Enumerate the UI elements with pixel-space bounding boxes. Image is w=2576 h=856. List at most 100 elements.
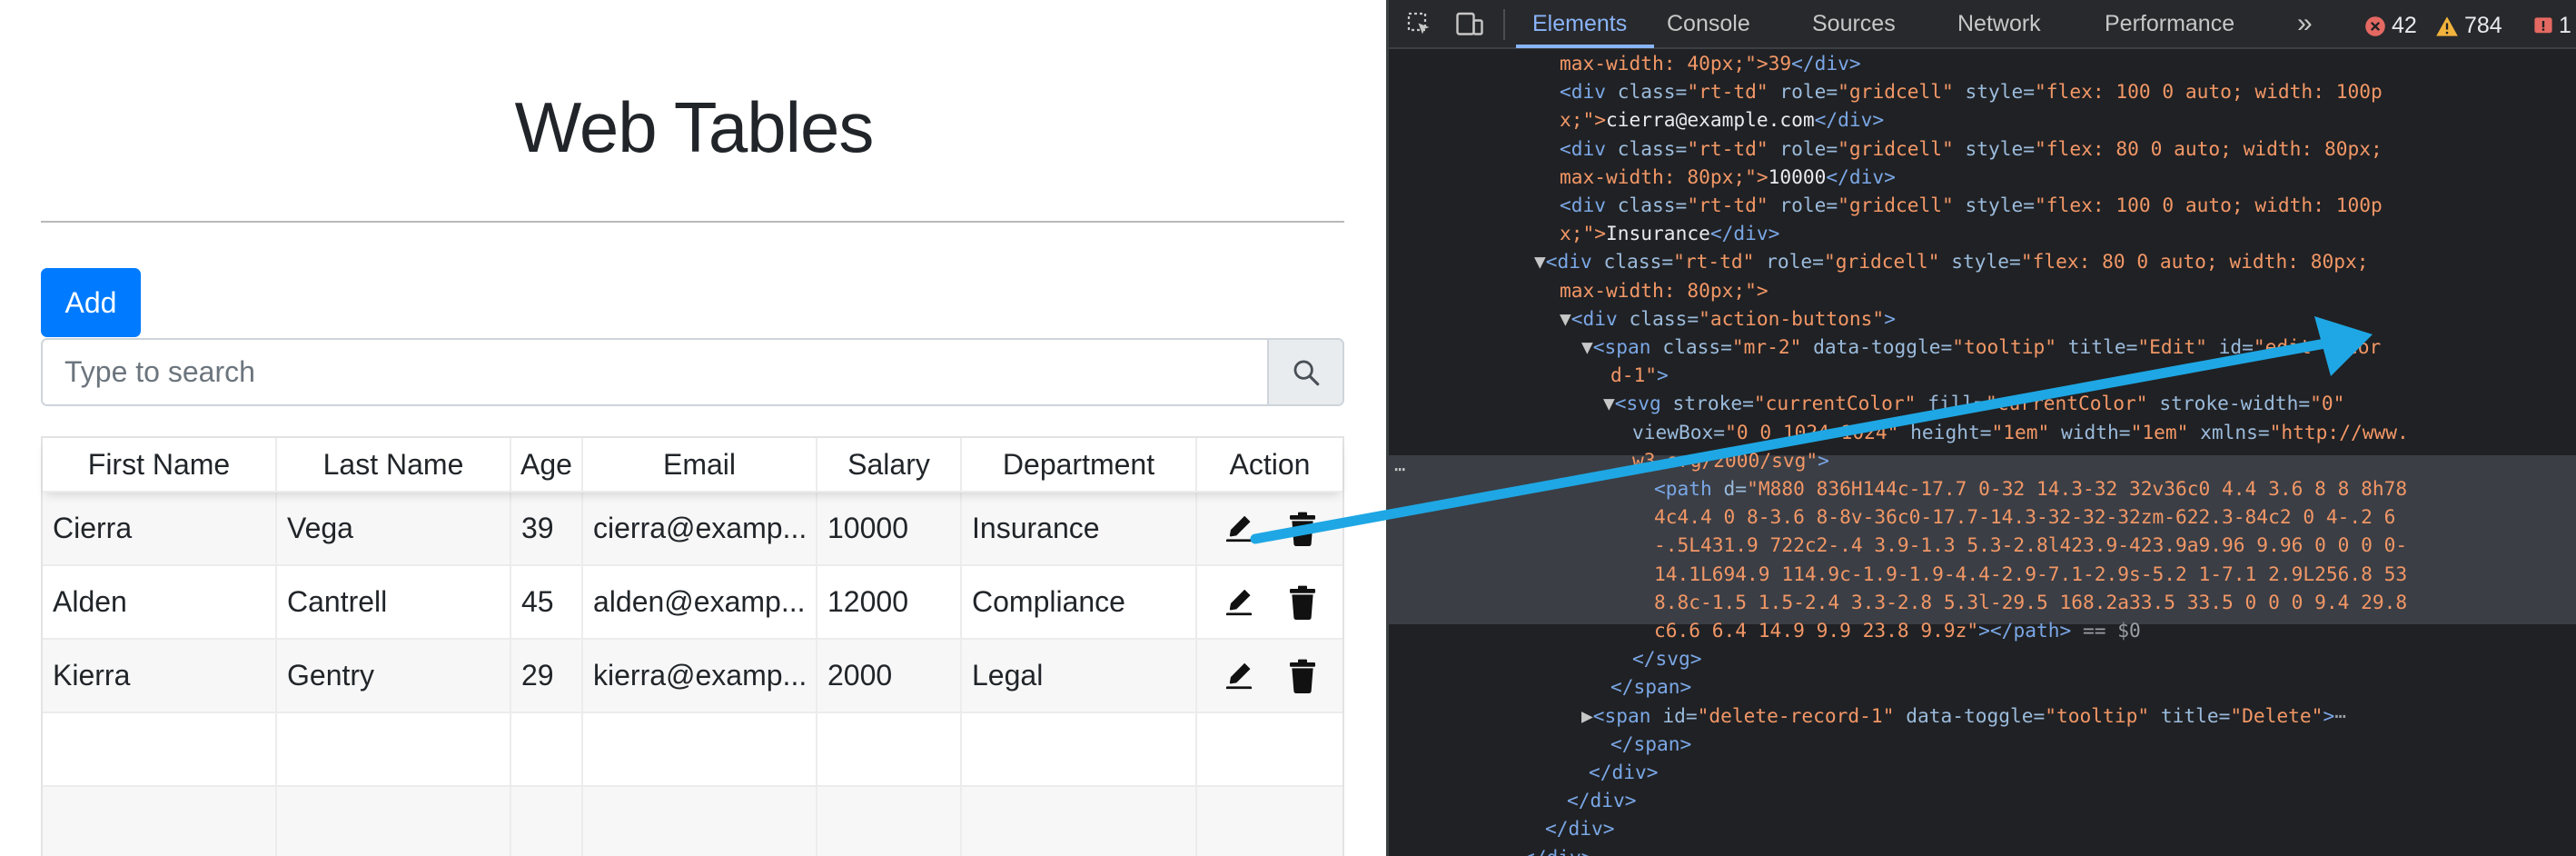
tab-network[interactable]: Network [1957,0,2041,47]
code-token: ▼ [1603,392,1615,415]
code-token: </div> [1826,164,1896,188]
code-token: 14.1L694.9 114.9c-1.9-1.9-4.4-2.9-7.1-2.… [1654,562,2408,585]
code-token: class= [1617,80,1688,104]
trash-icon[interactable] [1288,659,1317,693]
empty-cell [1197,713,1342,785]
code-line[interactable]: <path d="M880 836H144c-17.7 0-32 14.3-32… [1654,474,2407,503]
code-token: ▶ [1581,703,1593,727]
code-line[interactable]: </div> [1567,786,1637,814]
warning-counter[interactable]: 784 [2435,13,2502,39]
code-token: == $0 [2071,619,2141,642]
edit-icon[interactable] [1223,586,1255,619]
code-line[interactable]: <div class="rt-td" role="gridcell" style… [1560,77,2383,105]
column-header[interactable]: Salary [817,438,962,491]
code-token: "flex: 100 0 auto; width: 100p [2035,80,2383,104]
code-token: </div> [1791,52,1861,75]
column-header[interactable]: Email [583,438,817,491]
tab-performance[interactable]: Performance [2105,0,2234,47]
code-line[interactable]: </div> [1589,758,1659,786]
code-line[interactable]: viewBox="0 0 1024 1024" height="1em" wid… [1632,418,2409,446]
code-line[interactable]: max-width: 80px;"> [1560,276,1769,304]
code-token: "currentColor" [1985,392,2160,415]
code-line[interactable]: </div> [1523,843,1593,856]
code-token: ></path> [1978,619,2072,642]
cell-email: kierra@examp... [583,640,817,712]
code-line[interactable]: </svg> [1632,644,1702,672]
code-token: ▼ [1534,250,1546,274]
tab-sources[interactable]: Sources [1812,0,1896,47]
more-tabs-icon[interactable]: » [2297,0,2313,47]
search-input[interactable] [43,340,1267,404]
trash-icon[interactable] [1288,585,1317,620]
code-token: width= [2061,420,2131,443]
edit-icon[interactable] [1223,513,1255,545]
code-token: max-width: 80px;"> [1560,278,1769,302]
devtools-panel: Elements Console Sources Network Perform… [1386,0,2576,856]
code-line[interactable]: </span> [1610,672,1691,701]
code-line[interactable]: </span> [1610,730,1691,758]
cell-age: 39 [511,493,583,564]
trash-icon[interactable] [1288,512,1317,546]
code-token: > [2323,703,2335,727]
device-toolbar-icon[interactable] [1454,11,1485,43]
code-line[interactable]: max-width: 80px;">10000</div> [1560,163,1896,191]
node-menu-icon[interactable]: ⋯ [1394,455,1405,483]
tab-console[interactable]: Console [1667,0,1750,47]
inspect-element-icon[interactable] [1405,11,1434,43]
code-line[interactable]: c6.6 6.4 14.9 9.9 23.8 9.9z"></path> == … [1654,616,2141,644]
code-token: "flex: 100 0 auto; width: 100p [2035,194,2383,216]
code-token: </span> [1610,732,1692,755]
code-token: "0" [2310,392,2345,415]
code-line[interactable]: max-width: 40px;">39</div> [1560,49,1861,77]
active-tab-indicator [1516,45,1654,48]
elements-tree: ⋯ max-width: 40px;">39</div> <div class="… [1389,49,2576,856]
warning-count: 784 [2464,13,2502,38]
code-token: xmlns= [2200,420,2270,443]
code-line[interactable]: 14.1L694.9 114.9c-1.9-1.9-4.4-2.9-7.1-2.… [1654,560,2407,588]
add-button[interactable]: Add [41,268,141,337]
code-line[interactable]: x;">Insurance</div> [1560,219,1779,247]
error-icon [2365,15,2385,36]
code-line[interactable]: -.5L431.9 722c2-.4 3.9-1.3 5.3-2.8l423.9… [1654,531,2407,559]
code-line[interactable]: 8.8c-1.5 1.5-2.4 3.3-2.8 5.3l-29.5 168.2… [1654,588,2407,616]
code-token: "1em" [2130,420,2201,443]
column-header[interactable]: First Name [43,438,277,491]
code-line[interactable]: 4c4.4 0 8-3.6 8-8v-36c0-17.7-14.3-32-32-… [1654,503,2395,531]
empty-cell [511,713,583,785]
issue-count: 1 [2559,13,2571,38]
code-line[interactable]: w3.org/2000/svg"> [1632,446,1829,474]
code-token: "0 0 1024 1024" [1725,420,1911,443]
code-line[interactable]: ▼<div class="rt-td" role="gridcell" styl… [1534,247,2369,275]
search-button[interactable] [1267,340,1342,404]
code-token: class= [1662,335,1732,358]
issues-counter[interactable]: 1 [2533,13,2571,39]
warning-icon [2436,15,2458,36]
column-header[interactable]: Age [511,438,583,491]
code-line[interactable]: ▶<span id="delete-record-1" data-toggle=… [1581,702,2346,730]
code-line[interactable]: ▼<span class="mr-2" data-toggle="tooltip… [1581,333,2381,361]
code-line[interactable]: x;">cierra@example.com</div> [1560,105,1884,134]
code-token: <div [1545,250,1604,274]
edit-icon[interactable] [1223,660,1255,692]
column-header[interactable]: Last Name [277,438,511,491]
column-header[interactable]: Action [1197,438,1342,491]
code-line[interactable]: ▼<div class="action-buttons"> [1560,304,1896,333]
code-token: </div> [1567,789,1637,812]
code-token: <span [1592,703,1663,727]
code-token: </span> [1610,675,1692,699]
code-line[interactable]: <div class="rt-td" role="gridcell" style… [1560,134,2383,163]
code-line[interactable]: ▼<svg stroke="currentColor" fill="curren… [1603,389,2344,417]
code-line[interactable]: <div class="rt-td" role="gridcell" style… [1560,191,2383,219]
column-header[interactable]: Department [962,438,1197,491]
error-counter[interactable]: 42 [2364,13,2417,39]
tab-elements[interactable]: Elements [1532,0,1627,47]
code-token: </svg> [1632,647,1702,671]
code-token: fill= [1927,392,1986,415]
code-token: "Delete" [2230,703,2323,727]
empty-cell [1197,787,1342,856]
code-token: "Edit" [2137,335,2219,358]
code-line[interactable]: </div> [1545,814,1615,842]
code-token: d-1" [1610,363,1658,387]
code-line[interactable]: d-1"> [1610,361,1669,389]
empty-cell [511,787,583,856]
